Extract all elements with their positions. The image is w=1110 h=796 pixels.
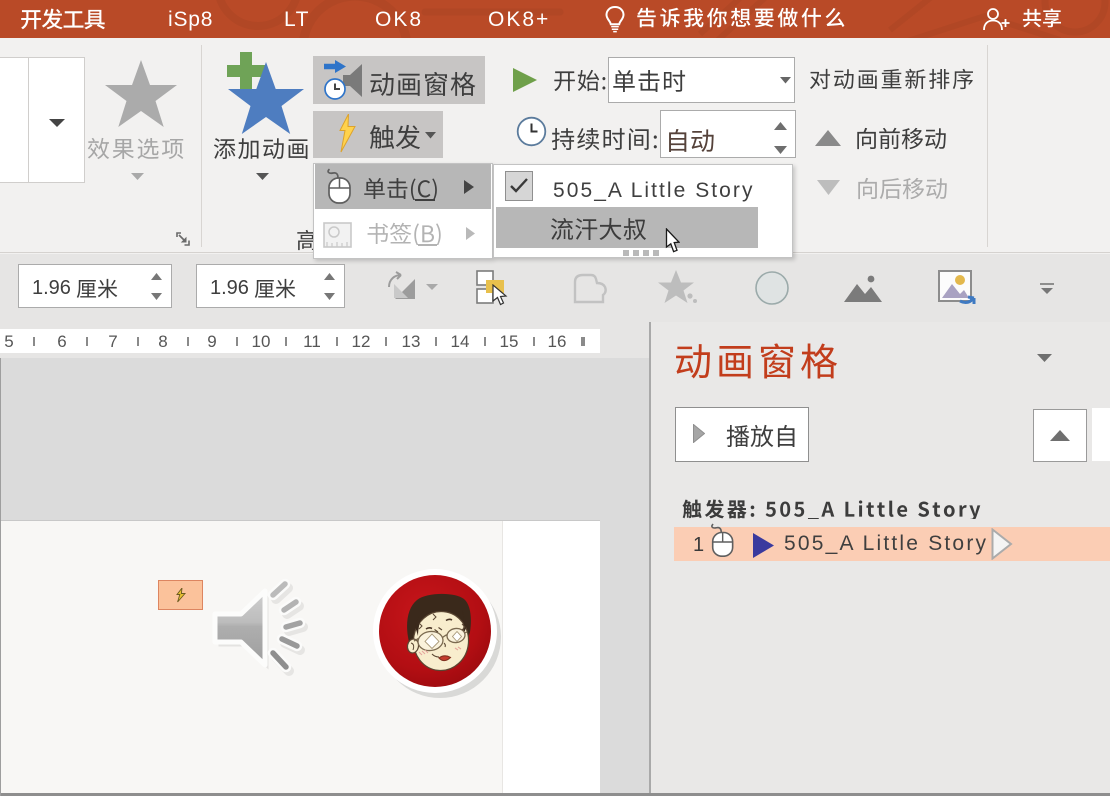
svg-text:9: 9	[207, 332, 216, 351]
svg-text:15: 15	[500, 332, 519, 351]
svg-text:8: 8	[158, 332, 167, 351]
svg-text:14: 14	[451, 332, 470, 351]
svg-text:13: 13	[402, 332, 421, 351]
svg-text:5: 5	[4, 332, 13, 351]
svg-text:11: 11	[303, 332, 321, 351]
svg-text:16: 16	[548, 332, 567, 351]
svg-text:10: 10	[252, 332, 271, 351]
svg-text:6: 6	[57, 332, 66, 351]
svg-text:12: 12	[352, 332, 371, 351]
svg-text:7: 7	[108, 332, 117, 351]
